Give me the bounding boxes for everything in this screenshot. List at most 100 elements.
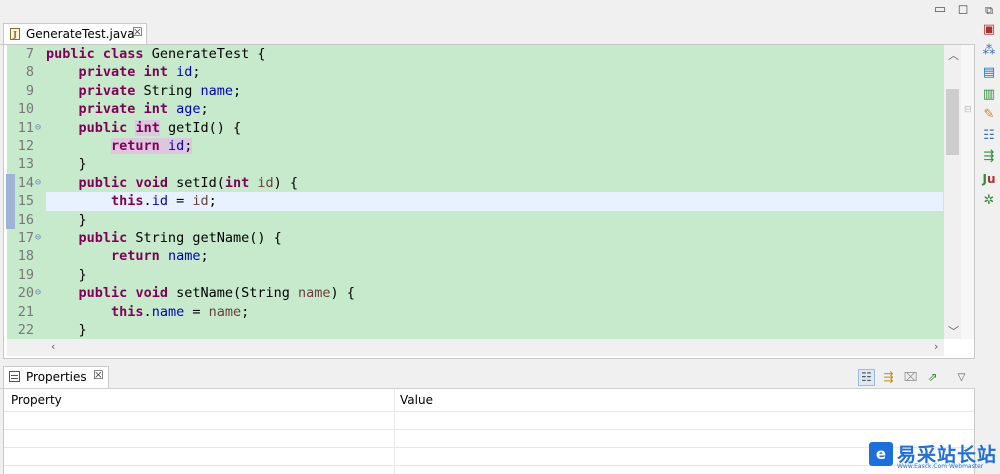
search-icon[interactable]: ✎ <box>981 107 997 123</box>
code-token: ; <box>241 303 250 320</box>
editor-tab-generatetest[interactable]: J GenerateTest.java ☒ <box>3 23 147 44</box>
task-list-icon[interactable]: ▣ <box>981 22 997 38</box>
restore-icon[interactable]: ⧉ <box>981 3 997 19</box>
code-token: . <box>143 303 152 320</box>
code-token: } <box>46 266 87 283</box>
fold-toggle-icon[interactable]: ⊖ <box>35 284 41 302</box>
horizontal-scrollbar[interactable]: ‹ › <box>7 339 944 356</box>
code-line[interactable]: 17 ⊖ public String getName() { <box>4 229 944 247</box>
close-icon[interactable]: ☒ <box>93 368 104 382</box>
code-token: setName(String <box>167 285 298 302</box>
code-line[interactable]: 16 } <box>4 211 944 229</box>
properties-table[interactable]: Property Value <box>3 389 975 474</box>
line-number: 18 <box>17 248 34 265</box>
show-advanced-icon[interactable]: ⇶ <box>880 369 897 386</box>
fold-toggle-icon[interactable]: ⊖ <box>35 119 41 137</box>
pin-icon[interactable]: ⇗ <box>924 369 941 386</box>
junit-icon[interactable]: Ju <box>981 171 997 187</box>
code-token: name <box>167 248 201 265</box>
code-line[interactable]: 18 return name; <box>4 247 944 265</box>
code-line[interactable]: 11 ⊖ public int getId() { <box>4 119 944 137</box>
java-file-icon: J <box>10 28 20 40</box>
code-token: int <box>135 119 160 136</box>
line-number: 22 <box>17 322 34 338</box>
code-token: = <box>184 303 209 320</box>
fold-toggle-icon[interactable]: ⊖ <box>35 229 41 247</box>
code-token: . <box>143 193 152 210</box>
code-line[interactable]: 22 } <box>4 321 944 339</box>
hierarchy-icon[interactable]: ⁂ <box>981 43 997 59</box>
outline-icon[interactable]: ☷ <box>981 128 997 144</box>
code-token: } <box>46 322 87 338</box>
code-token: ; <box>200 248 209 265</box>
code-editor[interactable]: 7 public class GenerateTest {8 private in… <box>3 45 975 359</box>
code-line[interactable]: 7 public class GenerateTest { <box>4 45 944 63</box>
view-menu-icon[interactable]: ▽ <box>953 369 970 386</box>
code-line[interactable]: 14 ⊖ public void setId(int id) { <box>4 174 944 192</box>
line-number: 16 <box>17 211 34 228</box>
code-token: private <box>78 64 136 81</box>
column-divider <box>394 389 395 474</box>
git-icon[interactable]: ⇶ <box>981 149 997 165</box>
code-text: } <box>46 321 87 339</box>
code-token: id <box>257 174 274 191</box>
code-line[interactable]: 10 private int age; <box>4 100 944 118</box>
code-token: GenerateTest { <box>143 46 266 62</box>
servers-icon[interactable]: ▥ <box>981 87 997 103</box>
code-line[interactable]: 12 return id; <box>4 137 944 155</box>
code-token: id <box>176 64 193 81</box>
properties-tab[interactable]: Properties ☒ <box>3 366 109 388</box>
code-token: return <box>111 248 160 265</box>
code-line[interactable]: 21 this.name = name; <box>4 303 944 321</box>
code-token: name <box>151 303 185 320</box>
code-line[interactable]: 19 } <box>4 266 944 284</box>
code-token: getId() { <box>159 119 242 136</box>
code-token: id <box>167 138 185 154</box>
code-token: = <box>167 193 193 210</box>
maximize-button[interactable]: ◻ <box>955 2 971 18</box>
code-line[interactable]: 15 this.id = id; <box>4 192 944 210</box>
minimize-button[interactable]: ▭ <box>932 2 948 18</box>
scrollbar-thumb[interactable] <box>946 89 959 155</box>
code-text: public class GenerateTest { <box>46 45 265 63</box>
table-row-divider <box>4 429 974 430</box>
scroll-left-icon[interactable]: ‹ <box>51 340 55 353</box>
property-column-header[interactable]: Property <box>11 389 62 411</box>
line-number: 20 <box>17 285 34 302</box>
close-icon[interactable]: ☒ <box>132 25 143 39</box>
scroll-down-icon[interactable]: ﹀ <box>948 323 959 339</box>
value-column-header[interactable]: Value <box>400 389 433 411</box>
overview-ruler[interactable]: ⊟ <box>961 45 974 339</box>
show-categories-icon[interactable]: ☷ <box>858 369 875 386</box>
scroll-right-icon[interactable]: › <box>934 340 938 353</box>
scroll-up-icon[interactable]: ︿ <box>948 47 959 63</box>
code-text: public int getId() { <box>46 119 241 137</box>
watermark-url: Www.Easck.Com Webmaster <box>897 463 984 470</box>
fold-toggle-icon[interactable]: ⊖ <box>35 174 41 192</box>
code-line[interactable]: 20 ⊖ public void setName(String name) { <box>4 284 944 302</box>
debug-icon[interactable]: ✲ <box>981 193 997 209</box>
console-icon[interactable]: ▤ <box>981 65 997 81</box>
code-token: ; <box>192 64 201 81</box>
code-text: return name; <box>46 247 209 265</box>
code-token: private <box>78 101 136 118</box>
vertical-scrollbar[interactable]: ︿ ﹀ <box>944 45 961 339</box>
line-number: 19 <box>17 266 34 283</box>
watermark-logo-icon: e <box>869 442 893 466</box>
table-row-divider <box>4 465 974 466</box>
code-line[interactable]: 8 private int id; <box>4 63 944 81</box>
code-line[interactable]: 13 } <box>4 155 944 173</box>
line-number: 10 <box>17 101 34 118</box>
code-token: public <box>78 174 128 191</box>
restore-default-icon[interactable]: ⌧ <box>902 369 919 386</box>
code-line[interactable]: 9 private String name; <box>4 82 944 100</box>
code-token: setId( <box>167 174 225 191</box>
watermark: e 易采站长站 Www.Easck.Com Webmaster <box>864 440 1000 474</box>
